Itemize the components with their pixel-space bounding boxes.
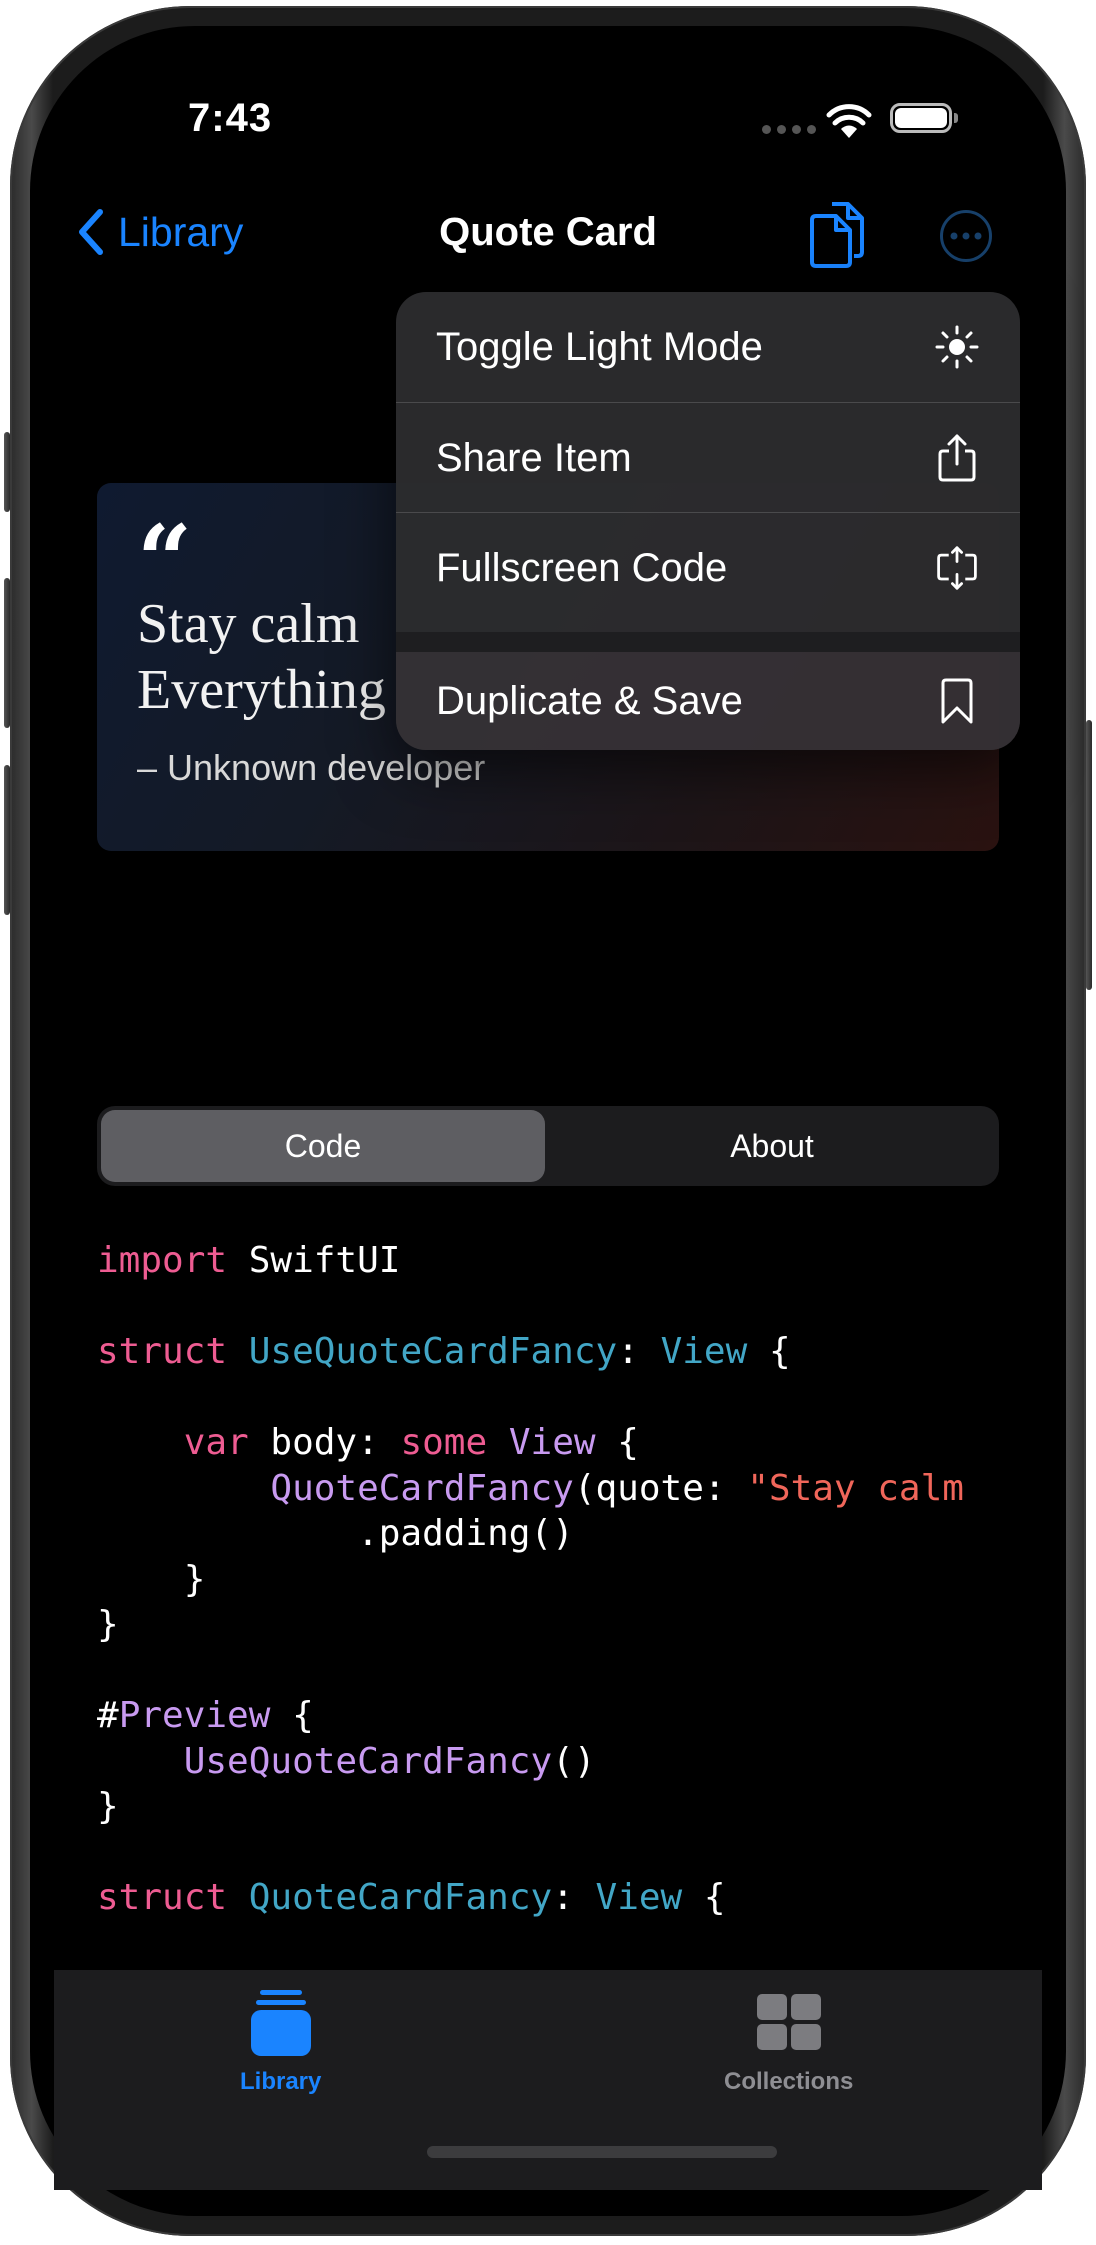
bookmark-icon <box>934 678 980 724</box>
code-token: import <box>97 1240 228 1281</box>
code-token: { <box>682 1877 726 1918</box>
back-label: Library <box>118 208 244 255</box>
code-line: struct UseQuoteCardFancy: View { <box>97 1329 1037 1375</box>
code-line: var body: some View { <box>97 1420 1037 1466</box>
code-line: struct QuoteCardFancy: View { <box>97 1875 1037 1921</box>
code-line: import SwiftUI <box>97 1238 1037 1284</box>
copy-icon[interactable] <box>810 200 866 270</box>
code-line: } <box>97 1784 1037 1830</box>
code-line: .padding() <box>97 1511 1037 1557</box>
more-options-icon[interactable] <box>939 209 993 263</box>
menu-item-label: Fullscreen Code <box>436 545 728 590</box>
back-button[interactable]: Library <box>76 208 243 256</box>
code-token: var <box>183 1422 249 1463</box>
battery-tip <box>954 113 958 123</box>
code-token: SwiftUI <box>227 1240 401 1281</box>
sun-icon <box>934 324 980 370</box>
menu-item-toggle-light-mode[interactable]: Toggle Light Mode <box>396 292 1020 402</box>
code-token: struct <box>97 1331 228 1372</box>
menu-item-label: Toggle Light Mode <box>436 324 763 369</box>
menu-item-fullscreen-code[interactable]: Fullscreen Code <box>396 513 1020 623</box>
cellular-signal-icon <box>762 125 816 134</box>
code-token: "Stay calm <box>747 1467 964 1509</box>
code-token: { <box>595 1422 639 1463</box>
code-token: } <box>97 1604 119 1645</box>
code-token: Preview <box>118 1695 271 1736</box>
code-token: some <box>400 1422 488 1463</box>
share-icon <box>934 434 980 482</box>
code-token: } <box>97 1558 206 1600</box>
code-token: UseQuoteCardFancy <box>183 1740 553 1782</box>
code-token: } <box>97 1786 119 1827</box>
code-token: : <box>552 1877 596 1918</box>
segmented-control: Code About <box>97 1106 999 1186</box>
context-menu: Toggle Light Mode Share Item Fullscreen … <box>396 292 1020 750</box>
code-token: View <box>660 1331 748 1372</box>
tab-label: Collections <box>724 2068 854 2095</box>
code-token: .padding() <box>97 1513 574 1554</box>
code-token: QuoteCardFancy <box>248 1877 553 1918</box>
menu-item-label: Duplicate & Save <box>436 678 743 723</box>
volume-up-button <box>4 578 10 728</box>
tab-library[interactable]: Library <box>240 1990 321 2096</box>
tab-bar: Library Collections <box>54 1970 1042 2190</box>
code-token: { <box>270 1695 314 1736</box>
segment-code[interactable]: Code <box>101 1110 545 1182</box>
battery-icon <box>890 103 952 133</box>
code-token: (quote: <box>573 1467 748 1509</box>
home-indicator <box>427 2146 777 2158</box>
code-token: QuoteCardFancy <box>270 1467 574 1509</box>
code-token: : <box>617 1331 661 1372</box>
code-line: UseQuoteCardFancy() <box>97 1739 1037 1785</box>
code-token: struct <box>97 1877 228 1918</box>
status-time: 7:43 <box>188 96 273 140</box>
code-line: #Preview { <box>97 1693 1037 1739</box>
code-token: View <box>508 1422 596 1463</box>
library-icon <box>250 1990 311 2056</box>
segment-about[interactable]: About <box>549 1110 995 1182</box>
wifi-icon <box>826 104 872 138</box>
menu-item-share[interactable]: Share Item <box>396 403 1020 513</box>
code-token: () <box>552 1740 596 1782</box>
code-line: } <box>97 1602 1037 1648</box>
menu-item-label: Share Item <box>436 435 632 480</box>
code-view: import SwiftUI struct UseQuoteCardFancy:… <box>97 1238 1037 1988</box>
code-line: } <box>97 1557 1037 1603</box>
power-button <box>1086 720 1092 990</box>
fullscreen-icon <box>934 545 980 591</box>
menu-item-duplicate-save[interactable]: Duplicate & Save <box>396 652 1020 750</box>
code-line: QuoteCardFancy(quote: "Stay calm <box>97 1466 1037 1512</box>
action-button <box>4 432 10 512</box>
code-token: View <box>595 1877 683 1918</box>
quote-text: Stay calm Everything <box>137 593 386 721</box>
code-token: # <box>97 1695 119 1736</box>
code-token: { <box>747 1331 791 1372</box>
menu-section-separator <box>396 632 1020 652</box>
tab-collections[interactable]: Collections <box>724 1990 853 2096</box>
code-token: UseQuoteCardFancy <box>248 1331 618 1372</box>
tab-label: Library <box>240 2068 322 2095</box>
volume-down-button <box>4 765 10 915</box>
grid-icon <box>756 1994 821 2050</box>
code-token: body: <box>248 1422 401 1463</box>
quote-author: – Unknown developer <box>137 747 486 788</box>
chevron-left-icon <box>79 209 103 255</box>
